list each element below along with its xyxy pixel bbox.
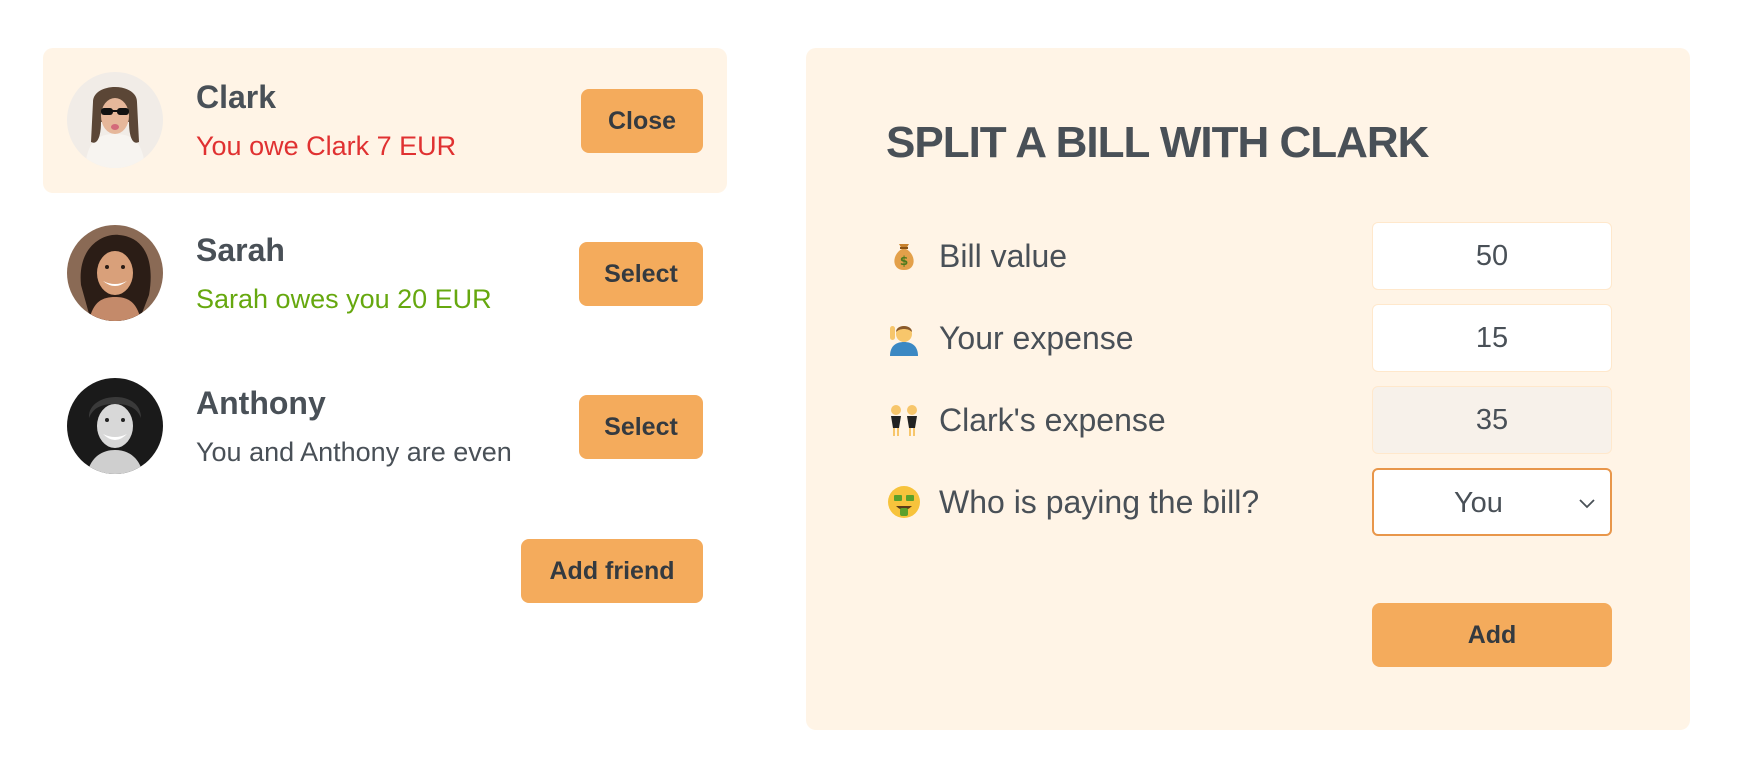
your-expense-input[interactable]: 15 (1372, 304, 1612, 372)
svg-text:$: $ (900, 254, 908, 268)
friend-expense-label: Clark's expense (939, 402, 1166, 438)
add-button[interactable]: Add (1372, 603, 1612, 667)
money-mouth-face-icon (886, 484, 922, 520)
friend-expense-input: 35 (1372, 386, 1612, 454)
chevron-down-icon (1579, 499, 1595, 509)
avatar-clark-image (67, 72, 163, 168)
bill-value-input[interactable]: 50 (1372, 222, 1612, 290)
payer-label: Who is paying the bill? (939, 484, 1260, 520)
add-friend-button[interactable]: Add friend (521, 539, 703, 603)
avatar-sarah-image (67, 225, 163, 321)
form-title: SPLIT A BILL WITH CLARK (886, 118, 1429, 167)
two-people-icon (886, 402, 922, 438)
bill-value-label: Bill value (939, 238, 1068, 274)
avatar (67, 378, 163, 474)
friend-name: Clark (196, 79, 277, 115)
friends-sidebar: Clark You owe Clark 7 EUR Close Sarah Sa… (43, 48, 727, 507)
your-expense-label: Your expense (939, 320, 1134, 356)
avatar (67, 72, 163, 168)
avatar (67, 225, 163, 321)
friend-item-clark: Clark You owe Clark 7 EUR Close (43, 48, 727, 193)
friend-item-anthony: Anthony You and Anthony are even Select (43, 354, 727, 499)
friend-name: Anthony (196, 385, 326, 421)
friend-balance: You owe Clark 7 EUR (196, 131, 457, 161)
friends-list: Clark You owe Clark 7 EUR Close Sarah Sa… (43, 48, 727, 499)
payer-select[interactable]: You (1372, 468, 1612, 536)
person-raising-hand-icon (886, 320, 922, 356)
close-button[interactable]: Close (581, 89, 703, 153)
friend-name: Sarah (196, 232, 285, 268)
friend-balance: Sarah owes you 20 EUR (196, 284, 492, 314)
split-bill-form: SPLIT A BILL WITH CLARK $ Bill value 50 … (806, 48, 1690, 730)
money-bag-icon: $ (886, 238, 922, 274)
select-button[interactable]: Select (579, 395, 703, 459)
avatar-anthony-image (67, 378, 163, 474)
friend-item-sarah: Sarah Sarah owes you 20 EUR Select (43, 201, 727, 346)
friend-expense-row: Clark's expense 35 (886, 386, 1612, 454)
payer-row: Who is paying the bill? You (886, 468, 1612, 536)
payer-selected-value: You (1454, 487, 1503, 519)
your-expense-row: Your expense 15 (886, 304, 1612, 372)
select-button[interactable]: Select (579, 242, 703, 306)
friend-balance: You and Anthony are even (196, 437, 512, 467)
bill-value-row: $ Bill value 50 (886, 222, 1612, 290)
